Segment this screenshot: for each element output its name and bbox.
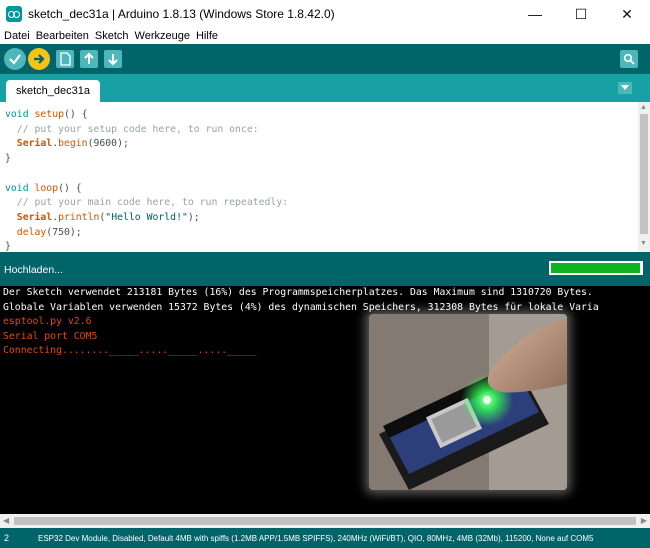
- menu-werkzeuge[interactable]: Werkzeuge: [133, 30, 192, 42]
- status-text: Hochladen...: [4, 264, 63, 276]
- tab-bar: sketch_dec31a: [0, 74, 650, 102]
- save-button[interactable]: [104, 50, 122, 68]
- open-button[interactable]: [80, 50, 98, 68]
- code-editor[interactable]: void setup() { // put your setup code he…: [0, 102, 650, 252]
- status-bar: Hochladen...: [0, 252, 650, 286]
- scroll-up-icon[interactable]: ▲: [640, 104, 647, 111]
- checkmark-icon: [9, 54, 21, 65]
- scroll-down-icon[interactable]: ▼: [640, 240, 647, 247]
- upload-button[interactable]: [28, 48, 50, 70]
- line-number: 2: [4, 533, 10, 543]
- scroll-right-icon[interactable]: ▶: [641, 516, 647, 525]
- maximize-button[interactable]: ☐: [558, 0, 604, 28]
- toolbar: [0, 44, 650, 74]
- progress-fill: [551, 263, 640, 273]
- serial-monitor-button[interactable]: [620, 50, 638, 68]
- menu-bar: Datei Bearbeiten Sketch Werkzeuge Hilfe: [0, 28, 650, 44]
- footer-bar: 2 ESP32 Dev Module, Disabled, Default 4M…: [0, 528, 650, 548]
- close-button[interactable]: ✕: [604, 0, 650, 28]
- upload-progress-bar: [548, 260, 644, 276]
- scroll-left-icon[interactable]: ◀: [3, 516, 9, 525]
- chevron-down-icon: [621, 85, 629, 90]
- new-button[interactable]: [56, 50, 74, 68]
- window-title: sketch_dec31a | Arduino 1.8.13 (Windows …: [28, 7, 335, 21]
- console-line: Globale Variablen verwenden 15372 Bytes …: [3, 301, 599, 313]
- window-controls: — ☐ ✕: [512, 0, 650, 28]
- tab-sketch[interactable]: sketch_dec31a: [6, 80, 100, 102]
- board-info: ESP32 Dev Module, Disabled, Default 4MB …: [38, 534, 594, 543]
- minimize-button[interactable]: —: [512, 0, 558, 28]
- esp32-board-photo: [369, 314, 567, 490]
- code-text: void setup() { // put your setup code he…: [5, 109, 289, 253]
- tab-menu-button[interactable]: [618, 82, 632, 94]
- menu-sketch[interactable]: Sketch: [93, 30, 131, 42]
- arduino-logo-icon: [6, 6, 22, 22]
- magnifier-icon: [623, 53, 635, 65]
- console-horizontal-scrollbar[interactable]: ◀ ▶: [0, 514, 650, 528]
- menu-datei[interactable]: Datei: [2, 30, 32, 42]
- esp32-board-image: [369, 314, 567, 490]
- horizontal-scrollbar-thumb[interactable]: [14, 517, 636, 525]
- arrow-up-icon: [84, 52, 94, 64]
- menu-bearbeiten[interactable]: Bearbeiten: [34, 30, 91, 42]
- scrollbar-thumb[interactable]: [640, 114, 648, 234]
- new-file-icon: [60, 52, 71, 66]
- arrow-down-icon: [108, 54, 118, 66]
- verify-button[interactable]: [4, 48, 26, 70]
- menu-hilfe[interactable]: Hilfe: [194, 30, 220, 42]
- tab-label: sketch_dec31a: [16, 85, 90, 97]
- editor-scrollbar[interactable]: ▲ ▼: [638, 102, 650, 252]
- arrow-right-icon: [34, 54, 45, 64]
- title-bar: sketch_dec31a | Arduino 1.8.13 (Windows …: [0, 0, 650, 28]
- console-line: Der Sketch verwendet 213181 Bytes (16%) …: [3, 287, 593, 298]
